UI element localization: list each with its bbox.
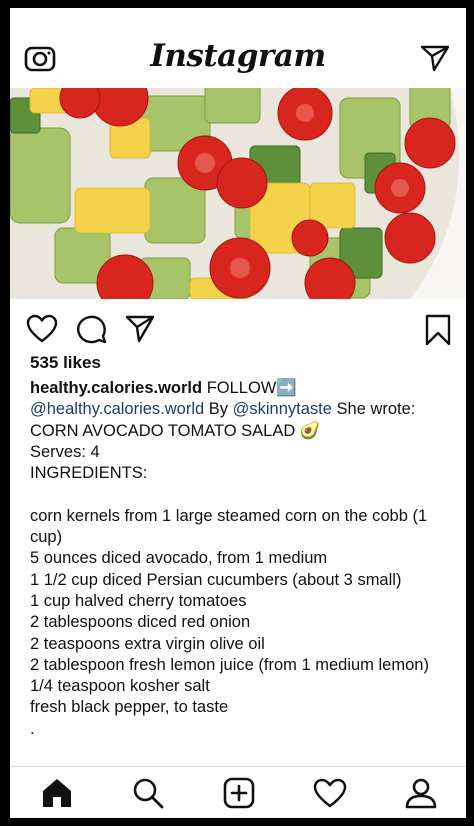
- arrow-emoji: ➡️: [276, 379, 297, 397]
- ingredient-item: 2 tablespoons diced red onion: [30, 613, 251, 632]
- recipe-serves: Serves: 4: [30, 442, 100, 461]
- home-icon[interactable]: [40, 777, 74, 809]
- profile-icon[interactable]: [404, 777, 438, 809]
- salad-photo: [10, 88, 466, 299]
- caption-credit: @healthy.calories.world By @skinnytaste …: [30, 399, 455, 420]
- post-image[interactable]: [10, 88, 466, 299]
- instagram-screen: Instagram 535 likes healthy.calories.wor…: [10, 8, 466, 818]
- heart-icon[interactable]: [26, 314, 58, 344]
- ingredient-item: 1 1/2 cup diced Persian cucumbers (about…: [30, 570, 402, 589]
- ingredients-heading: INGREDIENTS:: [30, 464, 148, 483]
- share-icon[interactable]: [124, 314, 156, 344]
- ingredient-item: 2 tablespoon fresh lemon juice (from 1 m…: [30, 655, 429, 674]
- post-caption: healthy.calories.world FOLLOW➡️ @healthy…: [30, 378, 455, 740]
- avocado-emoji: 🥑: [299, 421, 321, 440]
- caption-by-text: By: [204, 400, 233, 419]
- post-actions: [10, 302, 466, 356]
- recipe-title-text: CORN AVOCADO TOMATO SALAD: [30, 421, 296, 440]
- search-icon[interactable]: [131, 777, 165, 809]
- activity-heart-icon[interactable]: [313, 777, 347, 809]
- bookmark-icon[interactable]: [424, 314, 452, 346]
- follow-button[interactable]: FOLLOW: [207, 379, 277, 397]
- paper-plane-icon[interactable]: [420, 44, 450, 72]
- ingredient-item: 1 cup halved cherry tomatoes: [30, 591, 247, 610]
- mention-healthy-calories[interactable]: @healthy.calories.world: [30, 400, 204, 418]
- ingredient-item: fresh black pepper, to taste: [30, 698, 229, 717]
- ingredient-item: 2 teaspoons extra virgin olive oil: [30, 634, 265, 653]
- mention-skinnytaste[interactable]: @skinnytaste: [233, 400, 332, 418]
- app-logo: Instagram: [150, 38, 326, 74]
- caption-trailing-dot: .: [30, 719, 35, 738]
- recipe-title: CORN AVOCADO TOMATO SALAD 🥑: [30, 421, 455, 442]
- likes-count[interactable]: 535 likes: [30, 353, 101, 373]
- ingredient-item: corn kernels from 1 large steamed corn o…: [30, 506, 428, 547]
- comment-icon[interactable]: [76, 314, 108, 344]
- tab-bar: [10, 766, 466, 818]
- caption-spacer: [30, 484, 455, 505]
- caption-she-wrote: She wrote:: [331, 400, 416, 419]
- ingredient-item: 1/4 teaspoon kosher salt: [30, 677, 210, 696]
- caption-header: healthy.calories.world FOLLOW➡️: [30, 378, 455, 399]
- add-post-icon[interactable]: [222, 777, 256, 809]
- post-username[interactable]: healthy.calories.world: [30, 379, 202, 397]
- top-bar: Instagram: [10, 8, 466, 89]
- ingredient-item: 5 ounces diced avocado, from 1 medium: [30, 549, 328, 568]
